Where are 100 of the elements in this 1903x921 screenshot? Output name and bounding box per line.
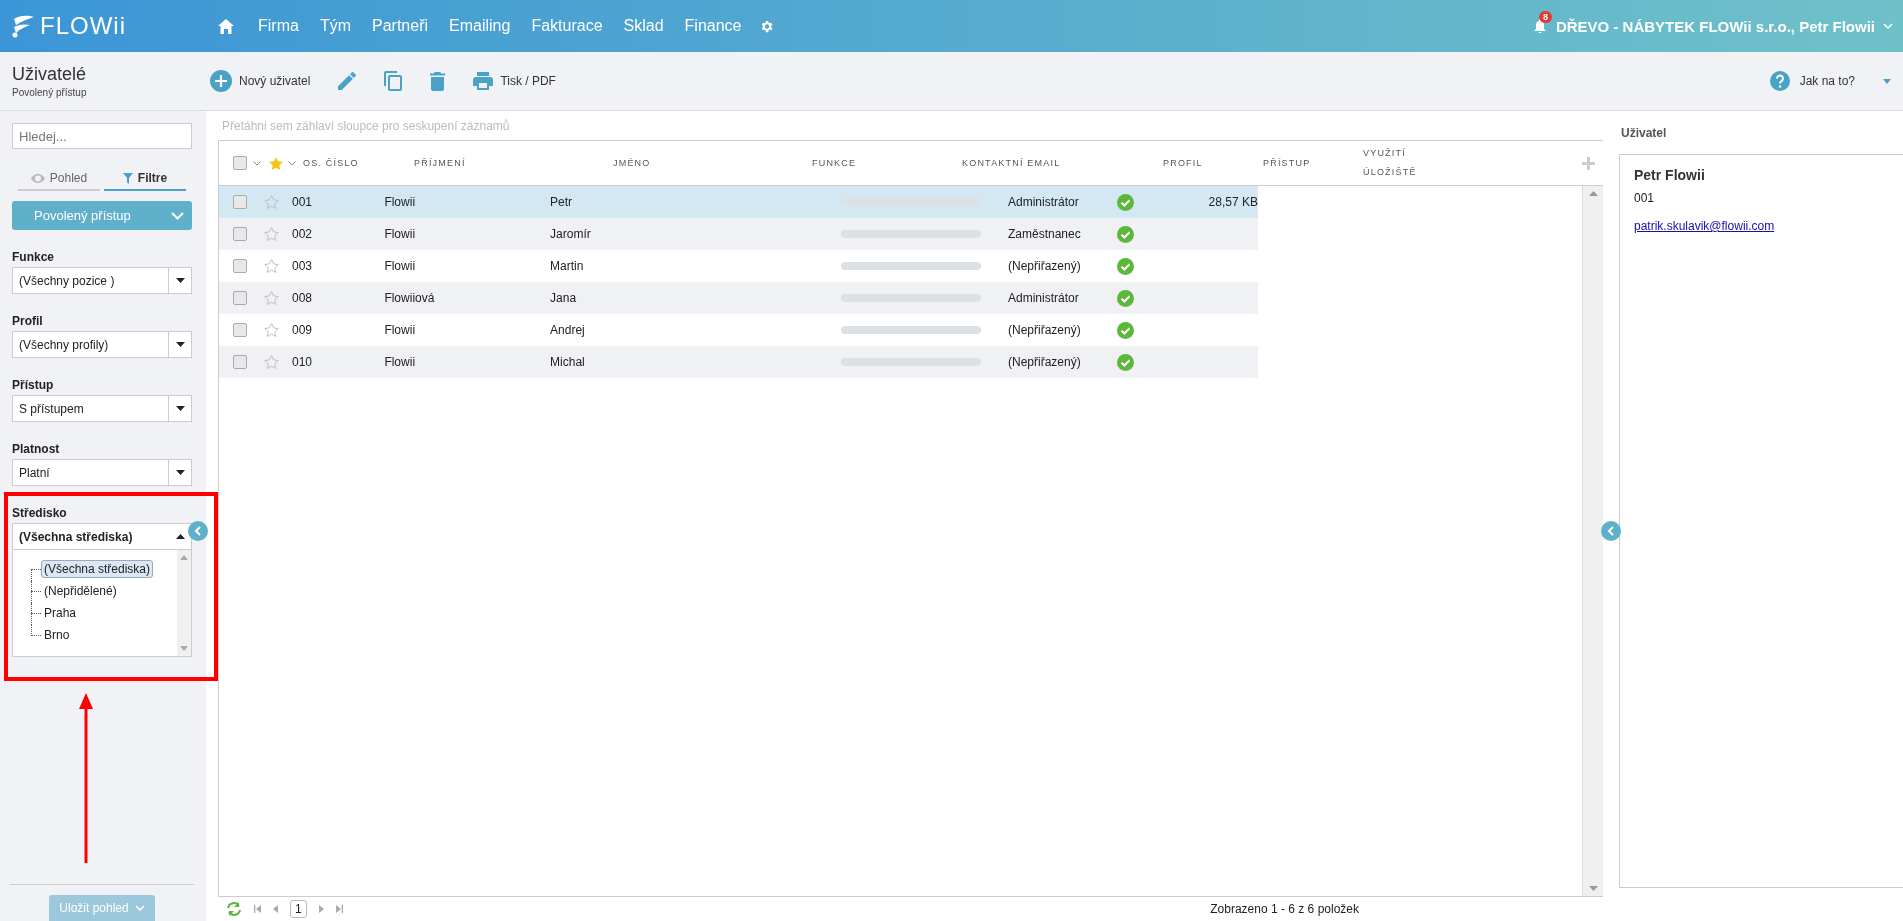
copy-icon[interactable] <box>384 71 403 91</box>
page-subtitle: Povolený přístup <box>12 87 88 98</box>
star-icon[interactable] <box>263 355 279 369</box>
first-page-icon[interactable] <box>254 905 261 913</box>
tree-item[interactable]: Praha <box>41 604 80 622</box>
email-link[interactable]: patrik.skulavik@flowii.com <box>1634 219 1890 233</box>
filter-label: Profil <box>12 314 44 328</box>
caret-icon[interactable] <box>1883 78 1891 84</box>
star-icon[interactable] <box>263 195 279 209</box>
table-cell-text: Andrej <box>550 323 586 337</box>
scroll-down-icon[interactable] <box>180 646 188 651</box>
table-cell-text: Martin <box>550 259 585 273</box>
row-checkbox[interactable] <box>233 355 247 369</box>
tree-item[interactable]: (Nepřidělené) <box>41 582 120 600</box>
star-icon[interactable] <box>269 156 283 170</box>
notification-badge: 8 <box>1538 11 1552 23</box>
plus-icon[interactable] <box>1582 156 1595 170</box>
star-icon[interactable] <box>263 323 279 337</box>
detail-tab[interactable]: Uživatel <box>1619 125 1667 140</box>
star-icon[interactable] <box>263 259 279 273</box>
chevron-icon[interactable] <box>253 160 261 166</box>
row-checkbox[interactable] <box>233 227 247 241</box>
chevron-icon[interactable] <box>288 160 296 166</box>
table-cell-text: Flowii <box>384 259 417 273</box>
column-header[interactable]: VYUŽITÍ ÚLOŽIŠTĚ <box>1363 144 1458 182</box>
table-cell-text: 009 <box>291 323 313 337</box>
table-cell-text: Michal <box>550 355 586 369</box>
table-cell-text: Jaromír <box>550 227 592 241</box>
table-cell-text: Flowii <box>384 323 417 337</box>
trash-icon[interactable] <box>430 71 446 91</box>
table-row[interactable]: 002 Flowii Jaromír Zaměstnanec <box>219 218 1258 250</box>
filter-dropdown[interactable]: (Všechny pozice ) <box>12 267 192 294</box>
group-by-hint: Přetáhni sem záhlaví sloupce pro seskupení záznamů <box>218 111 1603 141</box>
filter-label: Středisko <box>12 506 68 520</box>
last-page-icon[interactable] <box>335 905 343 913</box>
column-header[interactable]: PŘÍJMENÍ <box>414 153 613 173</box>
new-user-button[interactable]: Nový uživatel <box>210 70 311 92</box>
scroll-up-icon[interactable] <box>1588 191 1598 196</box>
sidebar-tab[interactable]: Filtre <box>104 167 186 191</box>
column-header[interactable]: JMÉNO <box>613 153 812 173</box>
help-icon[interactable] <box>1769 71 1790 91</box>
eye-icon <box>30 173 45 183</box>
home-icon[interactable] <box>218 18 234 34</box>
star-icon[interactable] <box>263 291 279 305</box>
filter-dropdown[interactable]: (Všechny profily) <box>12 331 192 358</box>
scroll-down-icon[interactable] <box>1588 886 1598 891</box>
filter-icon <box>122 172 133 184</box>
printer-icon <box>473 72 494 90</box>
column-header[interactable]: PŘÍSTUP <box>1263 153 1363 173</box>
caret-icon <box>175 470 185 475</box>
row-checkbox[interactable] <box>233 195 247 209</box>
refresh-icon[interactable] <box>226 902 242 916</box>
table-row[interactable]: 009 Flowii Andrej (Nepřiřazený) <box>219 314 1258 346</box>
chevron-icon <box>134 905 145 911</box>
sidebar-tab[interactable]: Pohled <box>18 167 100 191</box>
select-all-checkbox[interactable] <box>233 156 247 170</box>
star-icon[interactable] <box>263 227 279 241</box>
page-number-button[interactable]: 1 <box>290 900 307 918</box>
filter-dropdown[interactable]: (Všechna střediska) <box>12 523 192 550</box>
scrollbar[interactable] <box>1582 186 1603 896</box>
row-checkbox[interactable] <box>233 323 247 337</box>
table-cell-text: Administrátor <box>1008 291 1080 305</box>
table-cell-text: (Nepřiřazený) <box>1008 323 1082 337</box>
caret-icon <box>175 278 185 283</box>
column-header[interactable]: KONTAKTNÍ EMAIL <box>962 153 1163 173</box>
filter-label: Platnost <box>12 442 61 456</box>
next-page-icon[interactable] <box>318 905 324 913</box>
filter-dropdown[interactable]: Platní <box>12 459 192 486</box>
help-link[interactable]: Jak na to? <box>1799 74 1855 88</box>
bell-icon[interactable] <box>1533 19 1546 33</box>
scroll-up-icon[interactable] <box>180 555 188 560</box>
search-field[interactable]: Hledej... <box>12 123 192 149</box>
caret-icon <box>175 342 185 347</box>
user-name: Petr Flowii <box>1634 167 1706 183</box>
table-row[interactable]: 010 Flowii Michal (Nepřiřazený) <box>219 346 1258 378</box>
print-button[interactable]: Tisk / PDF <box>473 72 556 90</box>
table-row[interactable]: 003 Flowii Martin (Nepřiřazený) <box>219 250 1258 282</box>
tree-item[interactable]: (Všechna střediska) <box>41 560 154 578</box>
scrollbar[interactable] <box>177 550 191 656</box>
user-number: 001 <box>1634 191 1656 205</box>
table-cell-text: Zaměstnanec <box>1008 227 1082 241</box>
pager-summary: Zobrazeno 1 - 6 z 6 položek <box>1210 902 1359 916</box>
tree-item[interactable]: Brno <box>41 626 73 644</box>
row-checkbox[interactable] <box>233 291 247 305</box>
table-cell-text: Administrátor <box>1008 195 1080 209</box>
collapse-handle[interactable] <box>188 521 208 541</box>
table-row[interactable]: 008 Flowiiová Jana Administrátor <box>219 282 1258 314</box>
row-checkbox[interactable] <box>233 259 247 273</box>
edit-icon[interactable] <box>338 72 357 90</box>
filter-label: Přístup <box>12 378 55 392</box>
column-header[interactable]: PROFIL <box>1163 153 1263 173</box>
column-header[interactable]: FUNKCE <box>812 153 962 173</box>
filter-dropdown[interactable]: S přístupem <box>12 395 192 422</box>
table-row[interactable]: 001 Flowii Petr Administrátor 28,57 KB <box>219 186 1258 218</box>
caret-icon <box>175 534 185 539</box>
table-cell-text: Flowii <box>384 355 417 369</box>
column-header[interactable]: OS. ČÍSLO <box>303 153 414 173</box>
chevron-icon <box>171 211 184 220</box>
settings-icon[interactable] <box>759 18 775 34</box>
previous-page-icon[interactable] <box>273 905 278 913</box>
